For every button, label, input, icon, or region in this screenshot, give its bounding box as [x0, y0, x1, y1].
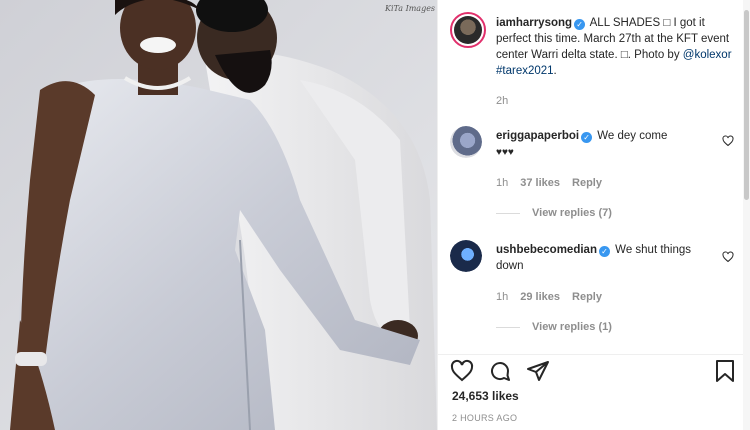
photo-watermark: KiTa Images: [385, 4, 436, 13]
post-likes-count[interactable]: 24,653 likes: [452, 389, 519, 403]
post-photo[interactable]: KiTa Images: [0, 0, 437, 430]
post-details-panel: iamharrysong ✓ ALL SHADES □ I got it perf…: [437, 0, 750, 430]
post-caption: iamharrysong ✓ ALL SHADES □ I got it perf…: [496, 15, 736, 109]
caption-hashtag-link[interactable]: #tarex2021: [496, 65, 554, 77]
comment-text: eriggapaperboi ✓ We dey come ♥♥♥: [496, 128, 711, 161]
view-replies-label: View replies (1): [532, 321, 612, 333]
comment-username[interactable]: eriggapaperboi: [496, 130, 579, 142]
paper-plane-share-icon[interactable]: [526, 359, 550, 388]
comment-bubble-icon[interactable]: [488, 359, 512, 388]
post-timestamp: 2 HOURS AGO: [452, 413, 518, 423]
like-heart-icon[interactable]: [450, 359, 474, 388]
comment-item: ushbebecomedian ✓ We shut things down 1h …: [450, 240, 740, 340]
scrollbar-thumb[interactable]: [744, 10, 749, 200]
comment-likes[interactable]: 37 likes: [520, 177, 560, 189]
comment-time: 1h: [496, 291, 509, 303]
commenter-avatar[interactable]: [450, 126, 482, 158]
view-replies-button[interactable]: View replies (7): [496, 207, 612, 219]
comment-username[interactable]: ushbebecomedian: [496, 244, 597, 256]
comment-item: eriggapaperboi ✓ We dey come ♥♥♥ 1h 37 li…: [450, 126, 740, 226]
author-avatar[interactable]: [450, 12, 486, 48]
comment-meta-row: 1h 29 likes Reply: [496, 291, 602, 303]
comment-meta-row: 1h 37 likes Reply: [496, 177, 602, 189]
couple-photo-illustration: [0, 0, 437, 430]
verified-badge-icon: ✓: [598, 246, 610, 257]
comment-time: 1h: [496, 177, 509, 189]
verified-badge-icon: ✓: [574, 19, 586, 30]
post-actions-bar: 24,653 likes 2 HOURS AGO: [438, 354, 750, 430]
replies-divider: [496, 326, 520, 328]
comment-reply-button[interactable]: Reply: [572, 291, 602, 303]
comment-likes[interactable]: 29 likes: [520, 291, 560, 303]
post-age: 2h: [496, 95, 509, 107]
comment-reply-button[interactable]: Reply: [572, 177, 602, 189]
caption-end: .: [553, 65, 557, 77]
replies-divider: [496, 212, 520, 214]
comment-text: ushbebecomedian ✓ We shut things down: [496, 242, 711, 274]
view-replies-label: View replies (7): [532, 207, 612, 219]
comment-body: We dey come: [597, 130, 668, 142]
verified-badge-icon: ✓: [581, 132, 593, 143]
post-author-username[interactable]: iamharrysong: [496, 17, 572, 29]
comment-emoji: ♥♥♥: [496, 147, 514, 158]
comment-like-heart-icon[interactable]: [722, 250, 734, 268]
caption-mention-link[interactable]: @kolexor: [683, 49, 732, 61]
comment-like-heart-icon[interactable]: [722, 134, 734, 152]
commenter-avatar[interactable]: [450, 240, 482, 272]
bookmark-save-icon[interactable]: [714, 359, 736, 388]
comments-scrollbar[interactable]: [743, 0, 750, 430]
view-replies-button[interactable]: View replies (1): [496, 321, 612, 333]
